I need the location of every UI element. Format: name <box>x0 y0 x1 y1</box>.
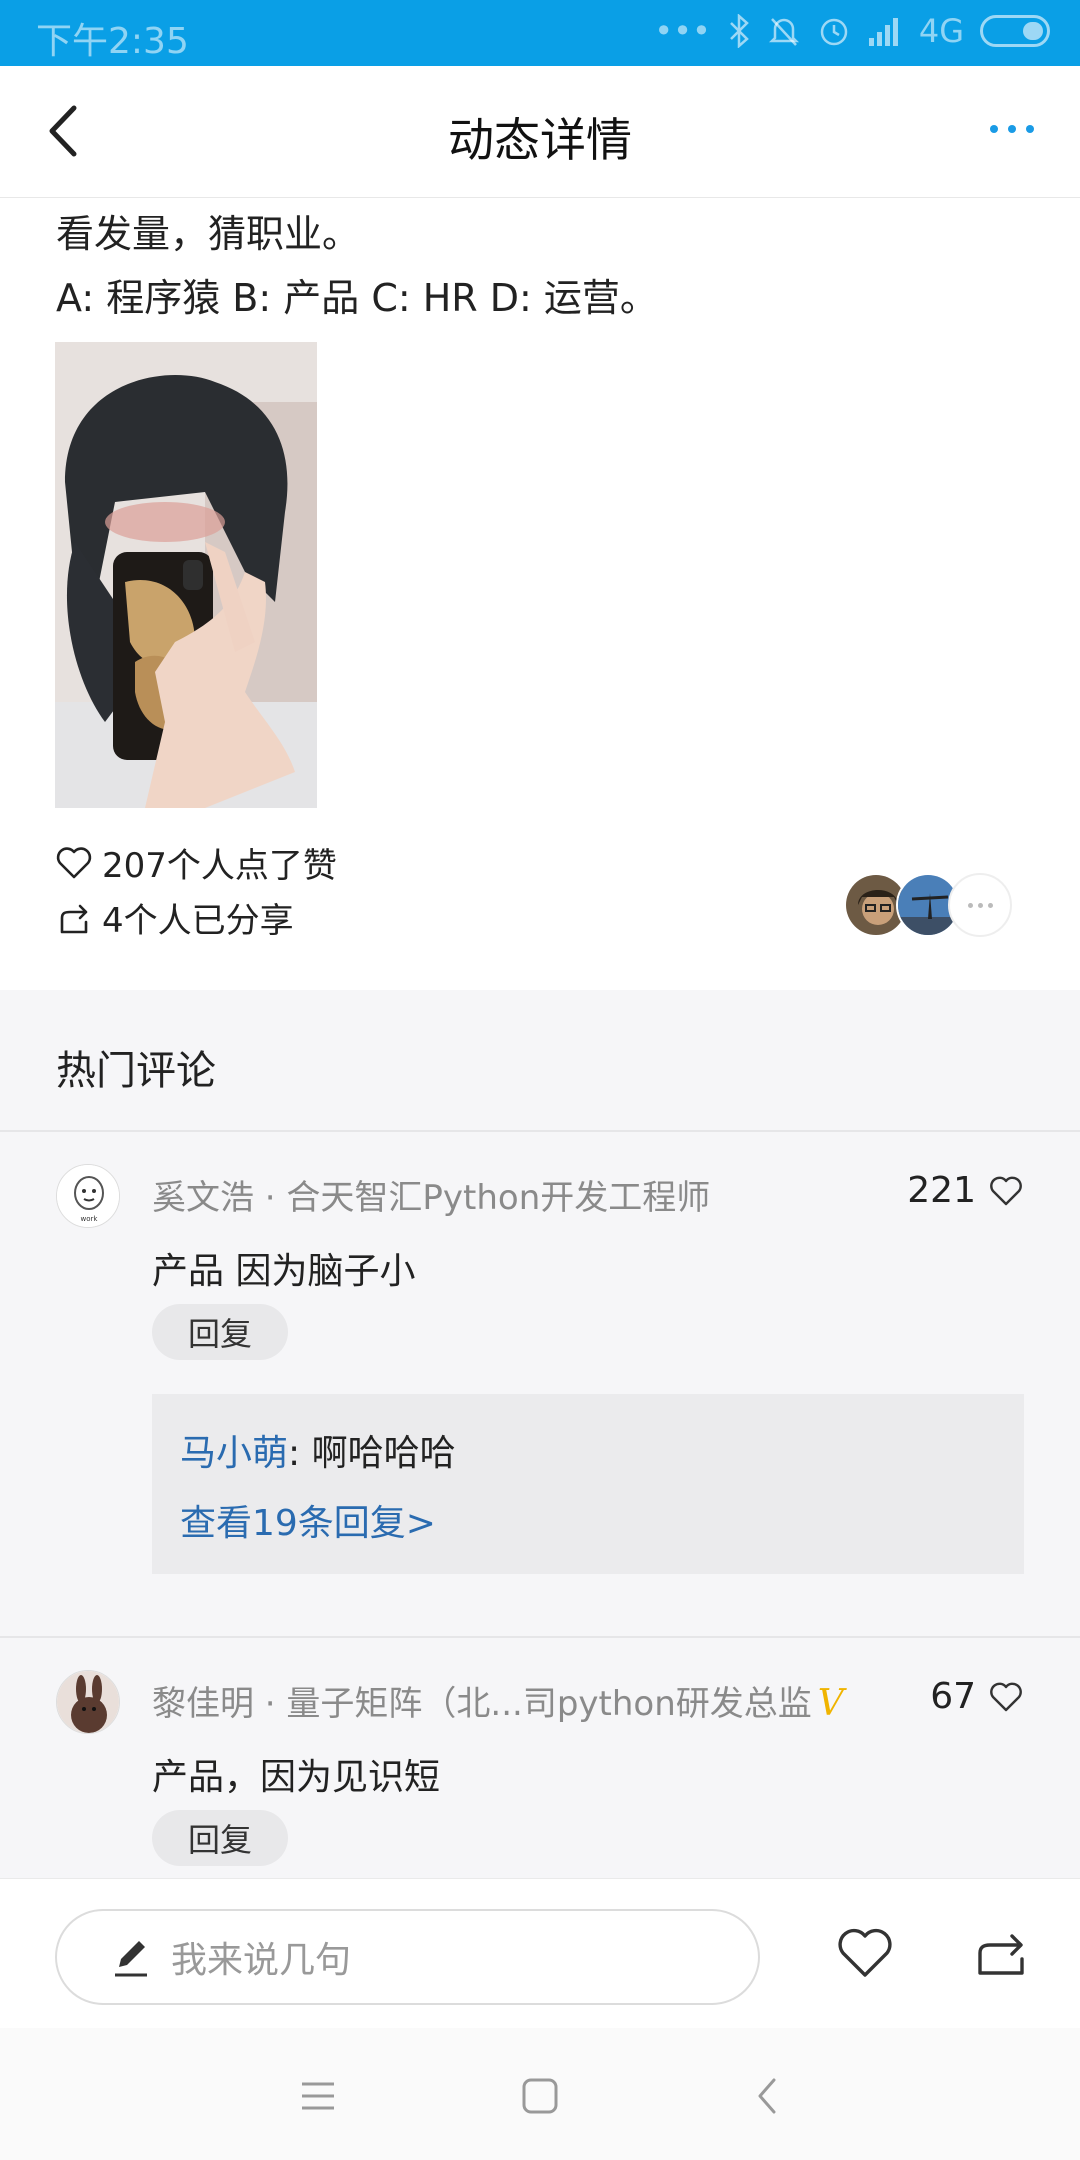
comment-like-button[interactable]: 67 <box>930 1676 1024 1717</box>
pencil-icon <box>115 1941 147 1977</box>
liked-users-avatars[interactable] <box>844 873 1024 939</box>
post-text: 看发量，猜职业。 A: 程序猿 B: 产品 C: HR D: 运营。 <box>56 202 658 330</box>
comment-input[interactable]: 我来说几句 <box>55 1909 760 2005</box>
like-button[interactable] <box>835 1923 895 1983</box>
heart-outline-icon <box>990 1176 1022 1205</box>
status-time: 下午2:35 <box>36 21 189 62</box>
mute-bell-icon <box>768 18 799 46</box>
status-icons: ••• 4G <box>654 12 1050 50</box>
more-dot-icon <box>1026 125 1034 133</box>
network-type: 4G <box>918 12 964 50</box>
system-nav-bar <box>0 2028 1080 2160</box>
section-title: 热门评论 <box>56 1048 216 1094</box>
alarm-icon <box>820 18 848 46</box>
page-title: 动态详情 <box>448 113 632 167</box>
comments-section: 热门评论 work 奚文浩 · 合天智汇Python开发工程师 221 产品 因… <box>0 990 1080 1878</box>
reply-preview-box[interactable]: 马小萌: 啊哈哈哈 查看19条回复> <box>152 1394 1024 1574</box>
post-image[interactable] <box>55 342 317 808</box>
share-icon <box>60 904 88 933</box>
reply-button[interactable]: 回复 <box>152 1304 288 1360</box>
likes-summary[interactable]: 207个人点了赞 <box>54 838 337 887</box>
commenter-avatar[interactable]: work <box>56 1164 120 1228</box>
menu-icon[interactable] <box>290 2068 346 2124</box>
comment-like-button[interactable]: 221 <box>907 1170 1024 1211</box>
svg-text:work: work <box>81 1215 99 1223</box>
home-icon[interactable] <box>512 2068 568 2124</box>
more-dot-icon <box>977 902 983 908</box>
view-replies-link[interactable]: 查看19条回复> <box>180 1494 436 1546</box>
comment-like-count: 221 <box>907 1170 976 1211</box>
commenter-avatar[interactable] <box>56 1670 120 1734</box>
more-dot-icon <box>987 902 993 908</box>
more-dots-icon: ••• <box>654 12 711 50</box>
top-bar: 动态详情 <box>0 66 1080 198</box>
shares-summary[interactable]: 4个人已分享 <box>54 893 294 942</box>
commenter-name[interactable]: 奚文浩 · 合天智汇Python开发工程师 <box>152 1170 710 1219</box>
more-dot-icon <box>967 902 973 908</box>
more-options-button[interactable] <box>972 94 1052 164</box>
comment-input-placeholder: 我来说几句 <box>171 1940 352 1981</box>
commenter-name[interactable]: 黎佳明 · 量子矩阵（北...司python研发总监 V <box>152 1676 844 1725</box>
reply-button[interactable]: 回复 <box>152 1810 288 1866</box>
comment-like-count: 67 <box>930 1676 976 1717</box>
comment-text: 产品，因为见识短 <box>152 1757 441 1798</box>
post-text-line-1: 看发量，猜职业。 <box>56 212 361 256</box>
post-text-line-2: A: 程序猿 B: 产品 C: HR D: 运营。 <box>56 276 658 320</box>
heart-outline-icon <box>56 846 92 878</box>
comment-item: work 奚文浩 · 合天智汇Python开发工程师 221 产品 因为脑子小 … <box>0 1130 1080 1620</box>
reply-preview-line: 马小萌: 啊哈哈哈 <box>180 1424 456 1476</box>
share-button[interactable] <box>972 1923 1032 1983</box>
signal-icon <box>868 18 898 46</box>
reply-user-name[interactable]: 马小萌 <box>180 1433 288 1474</box>
reply-preview-text: : 啊哈哈哈 <box>288 1433 456 1474</box>
back-nav-icon[interactable] <box>740 2068 796 2124</box>
verified-badge: V <box>817 1683 844 1724</box>
bluetooth-icon <box>729 14 749 48</box>
comment-text: 产品 因为脑子小 <box>152 1251 416 1292</box>
likes-count-text: 207个人点了赞 <box>102 846 337 886</box>
comment-item: 黎佳明 · 量子矩阵（北...司python研发总监 V 67 产品，因为见识短 … <box>0 1636 1080 1878</box>
more-dot-icon <box>1008 125 1016 133</box>
more-avatars-button[interactable] <box>948 873 1012 937</box>
status-bar: 下午2:35 ••• 4G <box>0 0 1080 66</box>
bottom-action-bar: 我来说几句 <box>0 1878 1080 2028</box>
commenter-name-text: 黎佳明 · 量子矩阵（北...司python研发总监 <box>152 1684 812 1724</box>
battery-icon <box>980 15 1050 47</box>
more-dot-icon <box>990 125 998 133</box>
shares-count-text: 4个人已分享 <box>102 901 294 941</box>
heart-outline-icon <box>990 1682 1022 1711</box>
